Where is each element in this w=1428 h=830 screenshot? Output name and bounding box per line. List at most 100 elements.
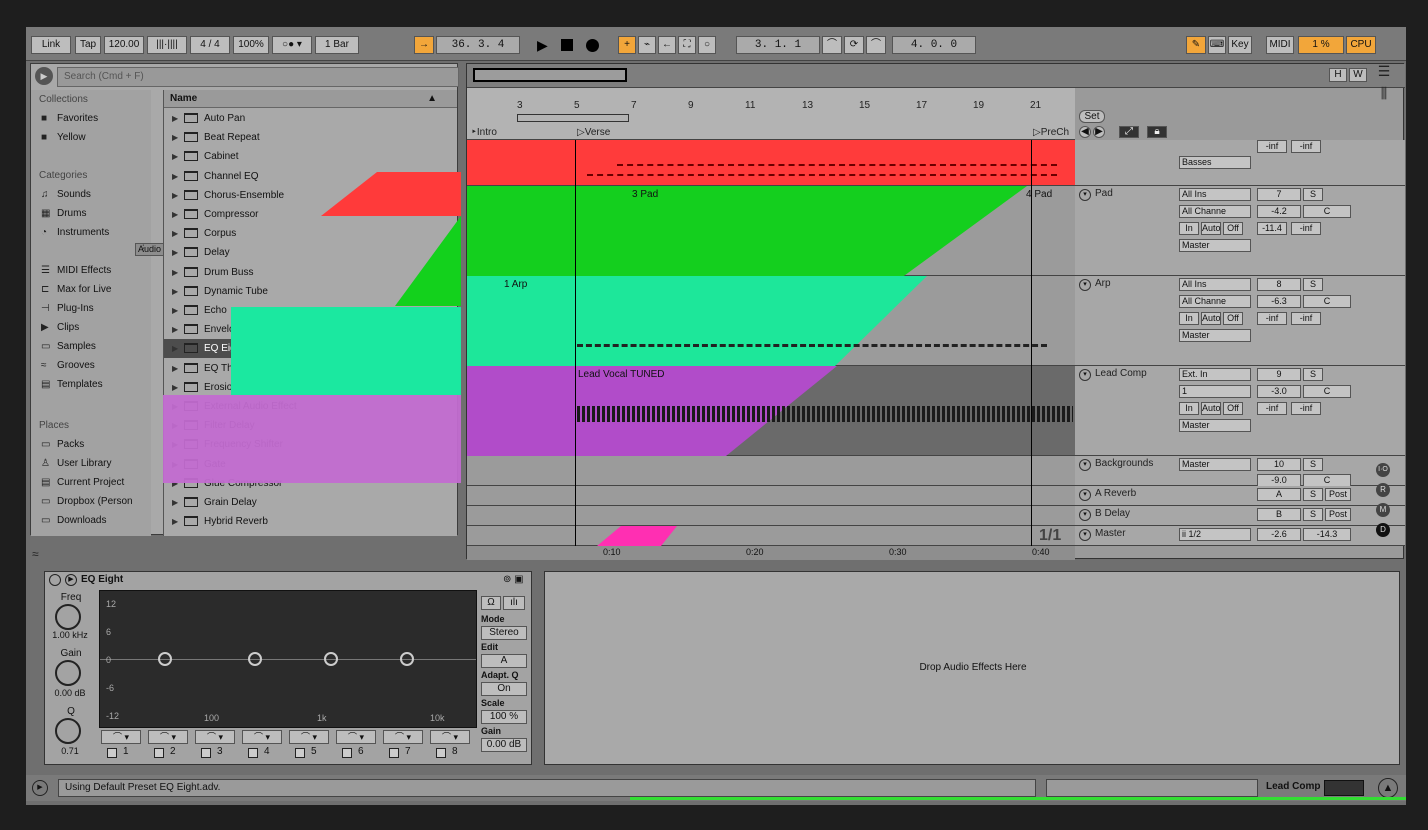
play-icon[interactable]: ▶ xyxy=(537,37,548,54)
nudge-buttons[interactable]: |||·|||| xyxy=(147,36,187,54)
eq-band-handle[interactable] xyxy=(400,652,414,666)
eq-band-handle[interactable] xyxy=(158,652,172,666)
send-a-field[interactable]: -11.4 xyxy=(1257,222,1287,235)
lane-b-delay[interactable] xyxy=(467,506,1075,526)
lock-icon[interactable]: 🔒︎ xyxy=(1147,126,1167,138)
output-dropdown[interactable]: Master xyxy=(1179,239,1251,252)
filter-type-dropdown[interactable]: ⌒ ▾ xyxy=(195,730,235,744)
browser-item[interactable]: ▶ Cabinet xyxy=(164,147,458,166)
punch-out-icon[interactable]: ⌒ xyxy=(866,36,886,54)
place-user-library[interactable]: ♙ User Library xyxy=(35,455,145,473)
category-clips[interactable]: ▶ Clips xyxy=(35,319,145,337)
expand-arrow-icon[interactable]: ▶ xyxy=(172,320,178,339)
monitor-in-button[interactable]: In xyxy=(1179,402,1199,415)
volume-field[interactable]: -inf xyxy=(1257,140,1287,153)
track-fold-icon[interactable]: ▾ xyxy=(1079,509,1091,521)
next-locator-icon[interactable]: ▶ xyxy=(1093,126,1105,138)
eq-graph[interactable]: 12 6 0 -6 -12 100 1k 10k xyxy=(99,590,477,728)
volume-field[interactable]: -2.6 xyxy=(1257,528,1301,541)
expand-arrow-icon[interactable]: ▶ xyxy=(172,378,178,397)
solo-button[interactable]: S xyxy=(1303,508,1323,521)
volume-field[interactable]: -3.0 xyxy=(1257,385,1301,398)
automation-arm-icon[interactable]: ⌁ xyxy=(638,36,656,54)
browser-item[interactable]: ▶ Auto Pan xyxy=(164,109,458,128)
filter-type-dropdown[interactable]: ⌒ ▾ xyxy=(383,730,423,744)
track-fold-icon[interactable]: ▾ xyxy=(1079,369,1091,381)
position-field[interactable]: 36. 3. 4 xyxy=(436,36,520,54)
overview-h-button[interactable]: H xyxy=(1329,68,1347,82)
punch-in-icon[interactable]: ⌒ xyxy=(822,36,842,54)
expand-arrow-icon[interactable]: ▶ xyxy=(172,109,178,128)
draw-mode-icon[interactable]: ✎ xyxy=(1186,36,1206,54)
gain-value[interactable]: 0.00 dB xyxy=(45,688,95,698)
pan-field[interactable]: C xyxy=(1303,205,1351,218)
post-button[interactable]: Post xyxy=(1325,508,1351,521)
pan-field[interactable]: -14.3 xyxy=(1303,528,1351,541)
input-type-dropdown[interactable]: Ext. In xyxy=(1179,368,1251,381)
category-sounds[interactable]: ♫ Sounds xyxy=(35,186,145,204)
link-button[interactable]: Link xyxy=(31,36,71,54)
input-type-dropdown[interactable]: ii 1/2 xyxy=(1179,528,1251,541)
adapt-q-toggle[interactable]: On xyxy=(481,682,527,696)
q-knob[interactable] xyxy=(55,718,81,744)
midi-map-button[interactable]: MIDI xyxy=(1266,36,1294,54)
overview-bar[interactable]: H W xyxy=(467,64,1405,88)
meter-field[interactable]: 4 / 4 xyxy=(190,36,230,54)
track-fold-icon[interactable]: ▾ xyxy=(1079,529,1091,541)
track-header[interactable]: ▾ Backgrounds Master 10 S -9.0 C xyxy=(1075,456,1405,487)
device-options-icon[interactable]: ⊚ ▣ xyxy=(503,574,524,585)
key-map-button[interactable]: Key xyxy=(1228,36,1252,54)
track-fold-icon[interactable]: ▾ xyxy=(1079,489,1091,501)
browser-item[interactable]: ▶ Grain Delay xyxy=(164,493,458,512)
stop-icon[interactable] xyxy=(561,39,573,51)
monitor-off-button[interactable]: Off xyxy=(1223,222,1243,235)
lane-arp[interactable]: 1 Arp xyxy=(467,276,1075,366)
time-ruler[interactable]: 0:10 0:20 0:30 0:40 xyxy=(467,546,1075,560)
send-b-field[interactable]: -inf xyxy=(1291,402,1321,415)
input-type-dropdown[interactable]: All Ins xyxy=(1179,278,1251,291)
delay-toggle-icon[interactable]: D xyxy=(1376,523,1390,537)
filter-type-dropdown[interactable]: ⌒ ▾ xyxy=(101,730,141,744)
device-on-icon[interactable] xyxy=(49,574,61,586)
band-enable-checkbox[interactable] xyxy=(342,748,352,758)
expand-arrow-icon[interactable]: ▶ xyxy=(172,186,178,205)
band-enable-checkbox[interactable] xyxy=(436,748,446,758)
loop-switch-icon[interactable]: ⟳ xyxy=(844,36,864,54)
solo-button[interactable]: S xyxy=(1303,188,1323,201)
browser-item[interactable]: ▶ Hybrid Reverb xyxy=(164,512,458,531)
solo-button[interactable]: S xyxy=(1303,458,1323,471)
expand-arrow-icon[interactable]: ▶ xyxy=(172,224,178,243)
clip-block[interactable] xyxy=(467,186,1027,276)
follow-button[interactable]: → xyxy=(414,36,434,54)
tempo-field[interactable]: 120.00 xyxy=(104,36,144,54)
menu-icon[interactable]: ☰ xyxy=(1372,63,1396,83)
place-dropbox[interactable]: ▭ Dropbox (Person xyxy=(35,493,145,511)
info-view-toggle-icon[interactable]: ▶ xyxy=(32,780,48,796)
overview-w-button[interactable]: W xyxy=(1349,68,1367,82)
out-gain-field[interactable]: 0.00 dB xyxy=(481,738,527,752)
record-icon[interactable] xyxy=(586,39,599,52)
io-toggle-icon[interactable]: I·O xyxy=(1376,463,1390,477)
session-record-icon[interactable]: ○ xyxy=(698,36,716,54)
clip-block[interactable] xyxy=(597,526,677,546)
filter-type-dropdown[interactable]: ⌒ ▾ xyxy=(148,730,188,744)
expand-arrow-icon[interactable]: ▶ xyxy=(172,128,178,147)
device-drop-zone[interactable]: Drop Audio Effects Here xyxy=(544,571,1400,765)
expand-arrow-icon[interactable]: ▶ xyxy=(172,147,178,166)
solo-button[interactable]: S xyxy=(1303,368,1323,381)
beat-ruler[interactable]: 3 5 7 9 11 13 15 17 19 21 ‣Intro ▷Verse ▷PreCh xyxy=(467,88,1075,140)
spectrum-icon[interactable]: ılı xyxy=(503,596,525,610)
track-basses[interactable]: Basses -inf -inf xyxy=(1075,140,1405,186)
category-midi-effects[interactable]: ☰ MIDI Effects xyxy=(35,262,145,280)
expand-arrow-icon[interactable]: ▶ xyxy=(172,359,178,378)
expand-arrow-icon[interactable]: ▶ xyxy=(172,282,178,301)
device-fold-icon[interactable]: ▶ xyxy=(65,574,77,586)
monitor-in-button[interactable]: In xyxy=(1179,312,1199,325)
lane-backgrounds[interactable] xyxy=(467,456,1075,486)
output-dropdown[interactable]: Master xyxy=(1179,329,1251,342)
q-value[interactable]: 0.71 xyxy=(45,746,95,756)
overdub-button[interactable]: + xyxy=(618,36,636,54)
sort-arrow-icon[interactable]: ▲ xyxy=(427,90,437,108)
input-dropdown[interactable]: Basses xyxy=(1179,156,1251,169)
lane-a-reverb[interactable] xyxy=(467,486,1075,506)
